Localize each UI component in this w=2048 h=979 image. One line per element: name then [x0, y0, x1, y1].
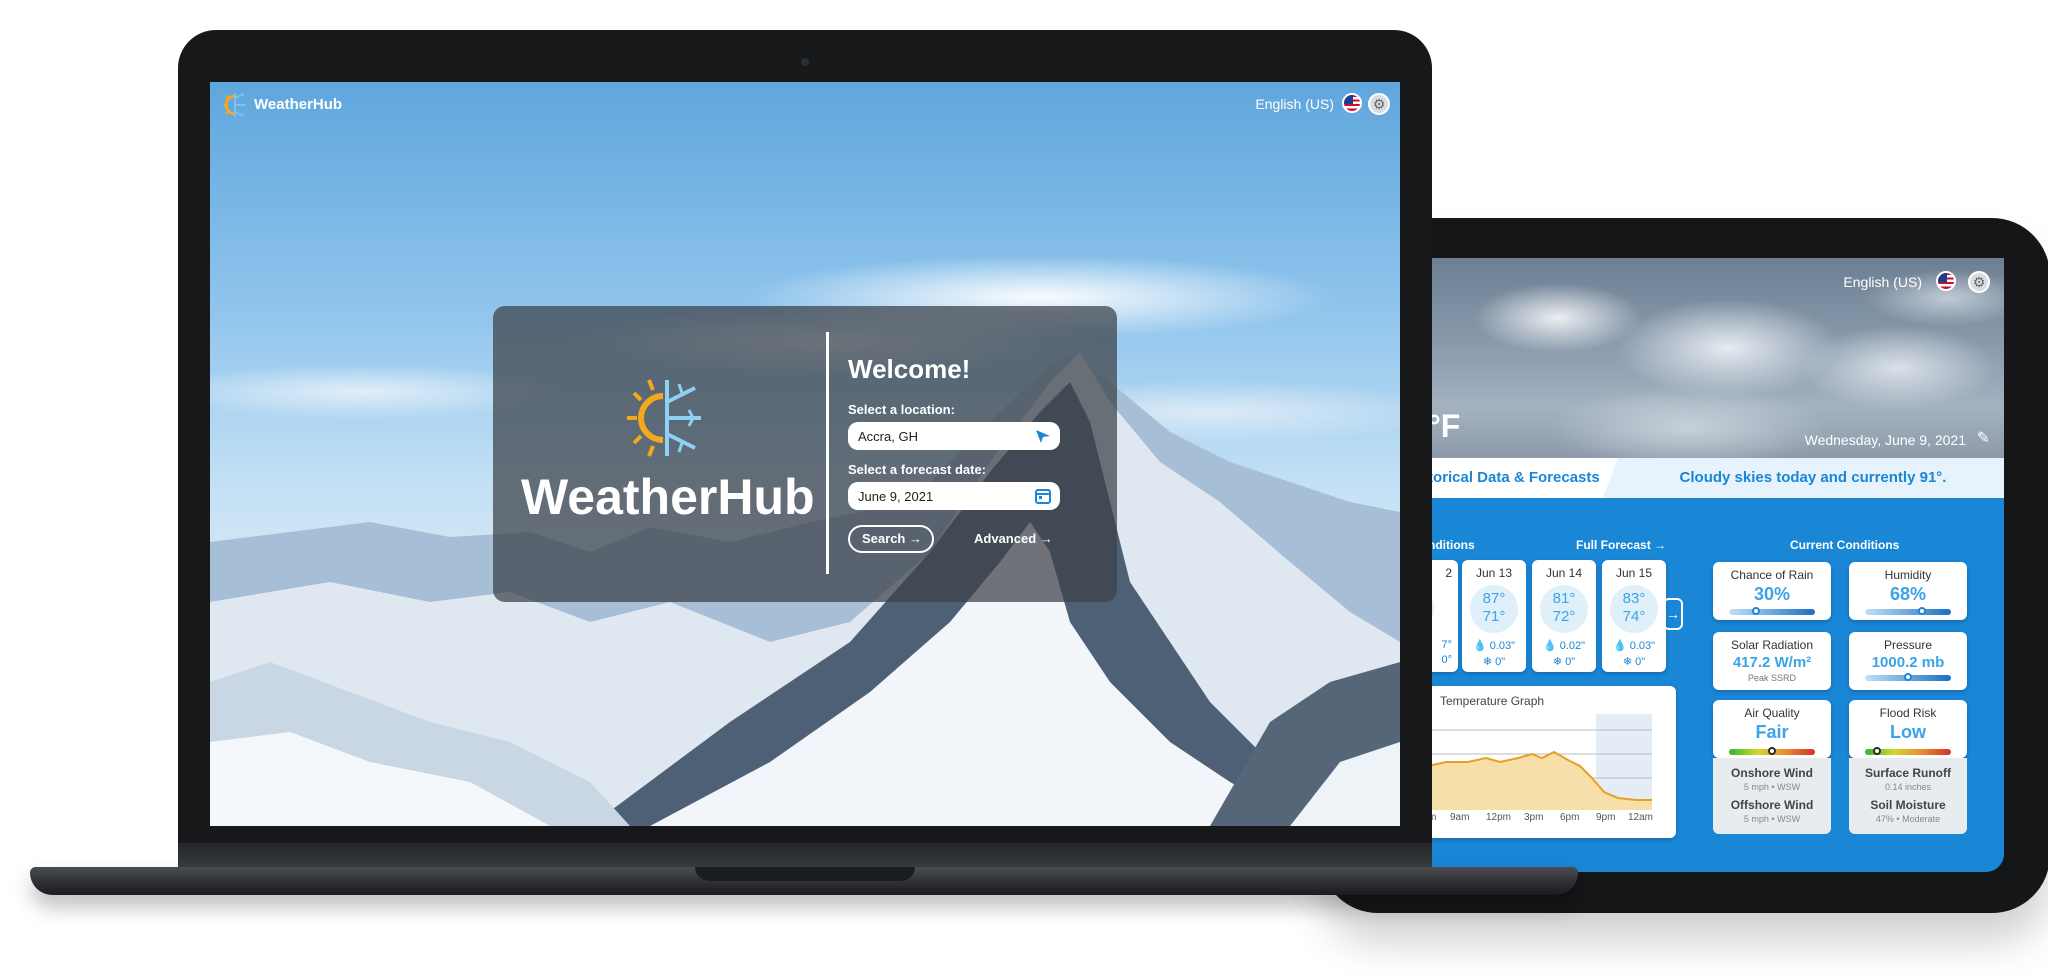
level-marker	[1872, 747, 1881, 755]
us-flag-icon[interactable]	[1936, 271, 1956, 291]
gear-icon[interactable]: ⚙	[1368, 93, 1390, 115]
location-arrow-icon[interactable]	[1034, 427, 1052, 445]
level-marker	[1752, 607, 1761, 615]
air-quality-card[interactable]: Air Quality Fair	[1713, 700, 1831, 758]
language-selector[interactable]: English (US)	[1255, 96, 1334, 112]
level-marker	[1904, 673, 1912, 681]
brand-name[interactable]: WeatherHub	[254, 96, 342, 113]
next-days-button[interactable]: →	[1663, 598, 1683, 630]
gear-icon[interactable]: ⚙	[1968, 271, 1990, 293]
date-input[interactable]	[848, 482, 1018, 510]
date-field[interactable]	[848, 482, 1060, 510]
us-flag-icon[interactable]	[1342, 93, 1362, 113]
forecast-section-title: nditions	[1428, 538, 1475, 552]
advanced-button[interactable]: Advanced →	[974, 525, 1053, 553]
level-marker	[1918, 607, 1927, 615]
card-divider	[826, 332, 829, 574]
welcome-title: Welcome!	[848, 354, 971, 384]
x-tick-label: 12am	[1628, 812, 1654, 823]
flood-risk-card[interactable]: Flood Risk Low	[1849, 700, 1967, 758]
date-label: Select a forecast date:	[848, 462, 987, 477]
x-tick-label: 9pm	[1596, 812, 1616, 823]
arrow-right-icon: →	[909, 531, 922, 546]
location-input[interactable]	[848, 422, 1018, 450]
brand-wordmark: WeatherHub	[521, 469, 815, 525]
humidity-level-bar	[1865, 607, 1951, 615]
soil-panel: Surface Runoff 0.14 inches Soil Moisture…	[1849, 758, 1967, 834]
forecast-day-card[interactable]: Jun 13 87° 71° 💧 0.03" ❄ 0"	[1462, 560, 1526, 672]
calendar-icon[interactable]	[1034, 487, 1052, 505]
arrow-right-icon: →	[1039, 531, 1053, 546]
laptop-notch	[695, 867, 915, 881]
chance-of-rain-card[interactable]: Chance of Rain 30%	[1713, 562, 1831, 620]
forecast-day-card[interactable]: Jun 14 81° 72° 💧 0.02" ❄ 0"	[1532, 560, 1596, 672]
temperature-graph	[1428, 714, 1652, 810]
sun-snowflake-logo-icon	[627, 379, 701, 457]
humidity-card[interactable]: Humidity 68%	[1849, 562, 1967, 620]
forecast-date: Wednesday, June 9, 2021	[1804, 432, 1966, 448]
x-tick-label: 12pm	[1486, 812, 1512, 823]
device-mockup-stage: English (US) ⚙ °F Wednesday, June 9, 202…	[0, 0, 2048, 979]
tablet-screen: English (US) ⚙ °F Wednesday, June 9, 202…	[1428, 258, 2004, 872]
weather-summary: Cloudy skies today and currently 91°.	[1679, 469, 1947, 486]
wind-panel: Onshore Wind 5 mph • WSW Offshore Wind 5…	[1713, 758, 1831, 834]
x-tick-label: 3pm	[1524, 812, 1544, 823]
search-button[interactable]: Search →	[848, 525, 934, 553]
x-tick-label: 9am	[1450, 812, 1470, 823]
x-tick-label: 6pm	[1560, 812, 1580, 823]
current-conditions-title: Current Conditions	[1790, 538, 1900, 552]
location-field[interactable]	[848, 422, 1060, 450]
info-banner: torical Data & Forecasts Cloudy skies to…	[1428, 458, 2004, 498]
location-label: Select a location:	[848, 402, 955, 417]
laptop-base	[30, 867, 1578, 895]
pressure-card[interactable]: Pressure 1000.2 mb	[1849, 632, 1967, 690]
temperature-graph-card: Temperature Graph m 9am 12pm 3pm 6pm 9pm…	[1428, 686, 1676, 838]
level-marker	[1768, 747, 1776, 755]
full-forecast-link[interactable]: Full Forecast →	[1576, 538, 1666, 552]
air-quality-bar	[1729, 747, 1815, 755]
laptop-screen: WeatherHub English (US) ⚙ WeatherHub Wel…	[210, 82, 1400, 826]
laptop-hinge	[178, 843, 1432, 869]
flood-risk-bar	[1865, 747, 1951, 755]
webcam	[801, 58, 809, 66]
language-selector[interactable]: English (US)	[1843, 274, 1922, 290]
forecast-day-card[interactable]: Jun 15 83° 74° 💧 0.03" ❄ 0"	[1602, 560, 1666, 672]
graph-title: Temperature Graph	[1440, 694, 1545, 708]
solar-radiation-card[interactable]: Solar Radiation 417.2 W/m² Peak SSRD	[1713, 632, 1831, 690]
forecast-day-card[interactable]: 2 7° 0°	[1428, 560, 1458, 672]
rain-level-bar	[1729, 607, 1815, 615]
edit-pencil-icon[interactable]: ✎	[1977, 428, 1990, 448]
welcome-card: WeatherHub Welcome! Select a location: S…	[493, 306, 1117, 602]
tab-historical-data[interactable]: torical Data & Forecasts	[1428, 458, 1618, 498]
sun-snowflake-logo-icon[interactable]	[220, 90, 250, 120]
pressure-level-bar	[1865, 673, 1951, 681]
current-temp-unit: °F	[1428, 408, 1461, 444]
